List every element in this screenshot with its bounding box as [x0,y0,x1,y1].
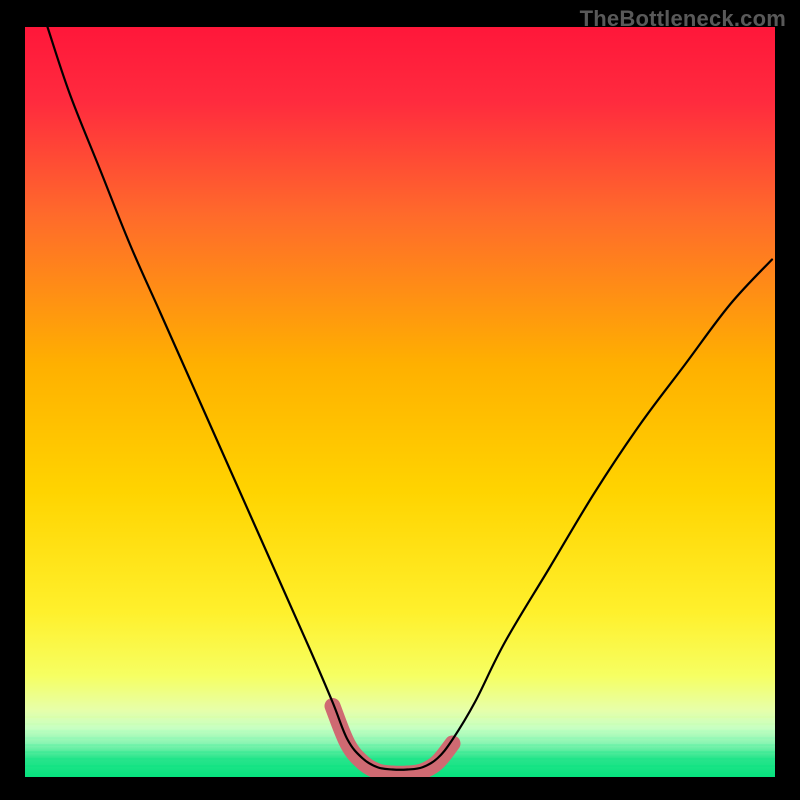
chart-stage: TheBottleneck.com [0,0,800,800]
watermark-text: TheBottleneck.com [580,6,786,32]
bottleneck-chart [0,0,800,800]
gradient-plot-area [25,27,775,777]
